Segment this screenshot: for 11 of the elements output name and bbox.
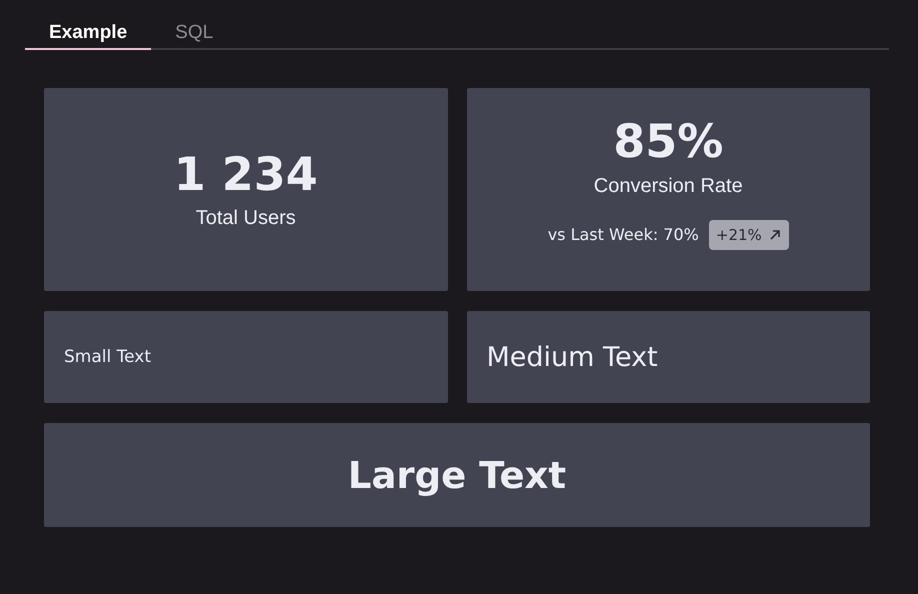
metric-label: Total Users [196,207,296,230]
delta-badge: +21% [708,220,789,250]
card-text: Small Text [64,347,152,367]
card-text: Medium Text [486,342,658,372]
metric-value: 1 234 [174,148,318,200]
tab[interactable]: SQL [151,18,238,50]
card-text: Large Text [348,454,566,496]
metric-value: 85% [613,116,724,167]
metric-label: Conversion Rate [594,174,743,198]
comparison-text: vs Last Week: 70% [548,225,699,244]
tab[interactable]: Example [25,18,152,50]
